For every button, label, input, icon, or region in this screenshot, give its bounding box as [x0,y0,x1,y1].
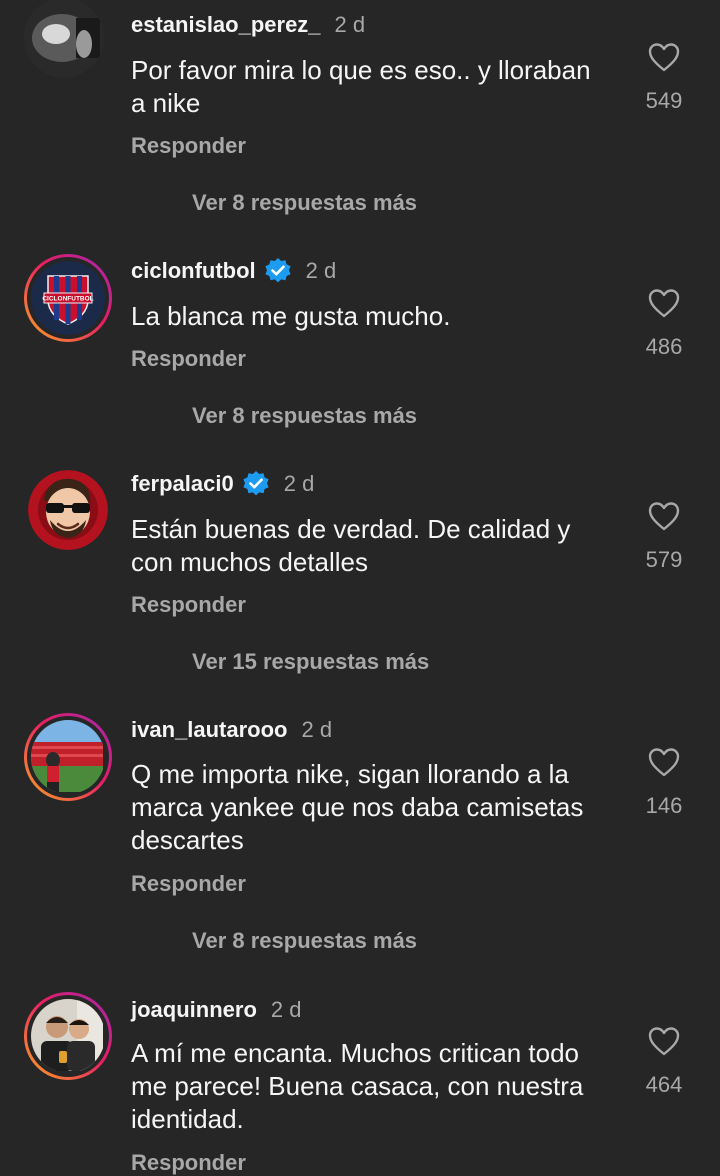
heart-icon[interactable] [648,42,680,72]
verified-badge-icon [243,471,269,496]
comment-text: Están buenas de verdad. De calidad y con… [131,514,571,577]
comment-text: Q me importa nike, sigan llorando a la m… [131,759,584,855]
reply-button[interactable]: Responder [131,346,246,372]
heart-icon[interactable] [648,747,680,777]
view-more-replies-button[interactable]: Ver 8 respuestas más [192,403,417,429]
comment-text: La blanca me gusta mucho. [131,301,451,331]
heart-icon[interactable] [648,1026,680,1056]
view-more-replies-button[interactable]: Ver 15 respuestas más [192,649,429,675]
avatar[interactable] [24,713,112,801]
verified-badge-icon [265,258,291,283]
heart-icon[interactable] [648,288,680,318]
reply-button[interactable]: Responder [131,1150,246,1176]
like-button[interactable]: 486 [640,288,688,360]
comment-username[interactable]: joaquinnero [131,997,257,1023]
like-count: 579 [645,547,683,572]
comment-username[interactable]: estanislao_perez_ [131,12,321,38]
avatar[interactable] [24,0,104,78]
comment-username[interactable]: ivan_lautarooo [131,717,287,743]
like-count: 146 [645,793,683,818]
reply-button[interactable]: Responder [131,592,246,618]
avatar[interactable] [28,470,108,550]
avatar-text: CICLONFUTBOL [42,296,93,303]
like-count: 549 [645,88,683,113]
like-button[interactable]: 549 [640,42,688,114]
comment-text: Por favor mira lo que es eso.. y lloraba… [131,55,591,118]
like-count: 464 [645,1072,683,1097]
heart-icon[interactable] [648,501,680,531]
avatar[interactable]: CICLONFUTBOL [24,254,112,342]
reply-button[interactable]: Responder [131,871,246,897]
comment-time: 2 d [334,12,366,37]
avatar[interactable] [24,992,112,1080]
reply-button[interactable]: Responder [131,133,246,159]
like-button[interactable]: 464 [640,1026,688,1098]
like-button[interactable]: 579 [640,501,688,573]
view-more-replies-button[interactable]: Ver 8 respuestas más [192,190,417,216]
comment-time: 2 d [305,258,337,283]
comment-time: 2 d [270,997,302,1022]
comment-time: 2 d [301,717,333,742]
view-more-replies-button[interactable]: Ver 8 respuestas más [192,928,417,954]
comment-text: A mí me encanta. Muchos critican todo me… [131,1038,584,1134]
comment-username[interactable]: ciclonfutbol [131,258,256,284]
like-button[interactable]: 146 [640,747,688,819]
club-crest-icon: CICLONFUTBOL [32,262,104,334]
comment-username[interactable]: ferpalaci0 [131,471,234,497]
comment-time: 2 d [283,471,315,496]
like-count: 486 [645,334,683,359]
